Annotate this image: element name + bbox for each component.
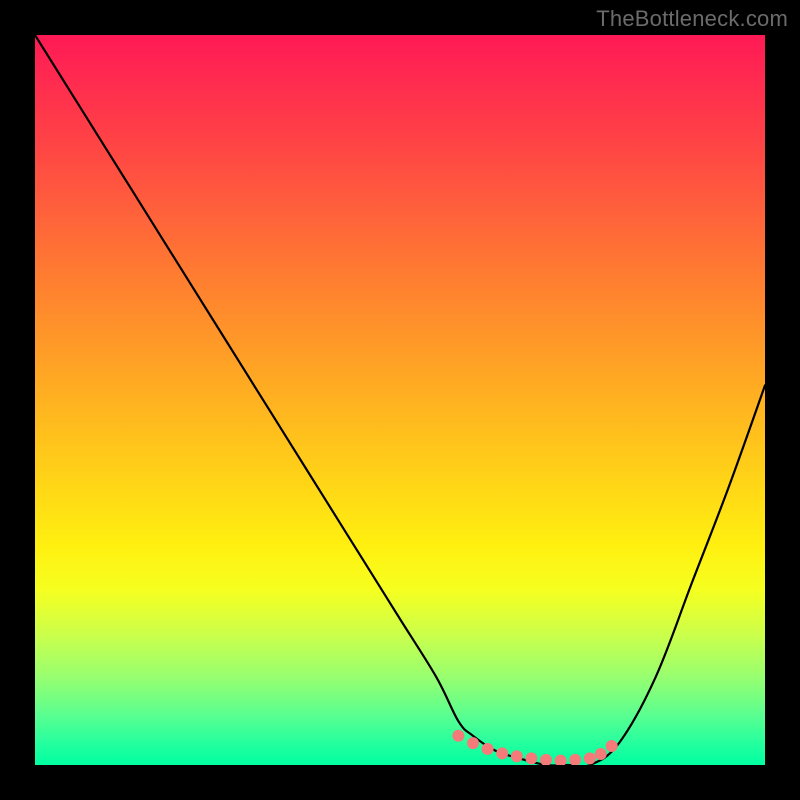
- chart-container: TheBottleneck.com: [0, 0, 800, 800]
- marker-dot: [482, 743, 493, 754]
- marker-dot: [526, 753, 537, 764]
- marker-dot: [606, 741, 617, 752]
- marker-dot: [584, 753, 595, 764]
- watermark-text: TheBottleneck.com: [596, 6, 788, 32]
- marker-dot: [511, 751, 522, 762]
- plot-area: [35, 35, 765, 765]
- marker-dot: [541, 754, 552, 765]
- marker-dot: [570, 754, 581, 765]
- marker-dot: [595, 749, 606, 760]
- bottleneck-curve: [35, 35, 765, 765]
- marker-dot: [497, 748, 508, 759]
- highlight-markers: [453, 730, 617, 765]
- chart-svg: [35, 35, 765, 765]
- marker-dot: [555, 755, 566, 765]
- marker-dot: [468, 738, 479, 749]
- marker-dot: [453, 730, 464, 741]
